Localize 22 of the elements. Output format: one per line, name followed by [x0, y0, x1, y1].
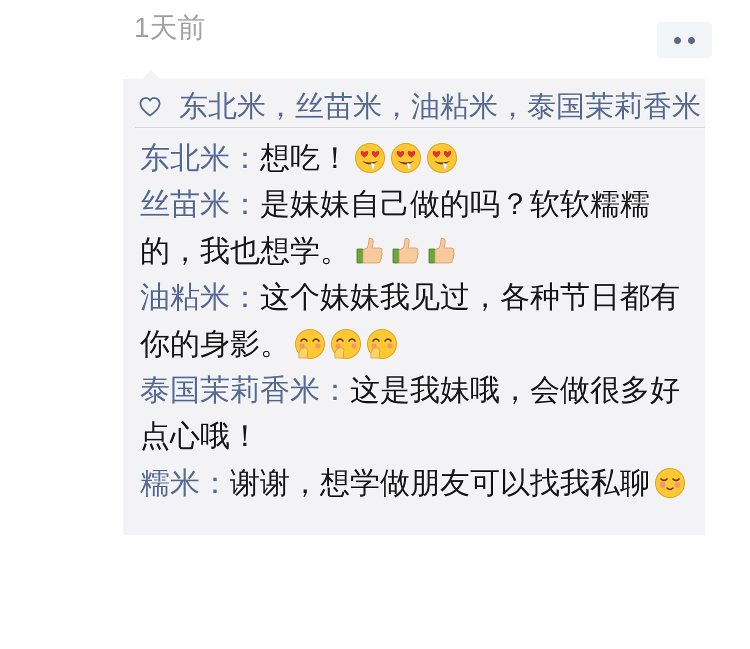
comment: 油粘米：这个妹妹我见过，各种节日都有你的身影。 [140, 280, 681, 363]
commenter-name[interactable]: 丝苗米： [140, 188, 260, 222]
commenter-name[interactable]: 油粘米： [140, 281, 260, 314]
heart-eyes-face-icon [354, 142, 386, 174]
smiling-face-icon [654, 466, 686, 499]
comment: 丝苗米：是妹妹自己做的吗？软软糯糯的，我也想学。 [140, 187, 651, 270]
heart-icon [139, 97, 161, 117]
comment: 糯米：谢谢，想学做朋友可以找我私聊 [140, 460, 696, 508]
heart-eyes-face-icon [390, 142, 422, 174]
giggling-face-icon [366, 328, 398, 360]
giggling-face-icon [294, 328, 326, 360]
commenter-name[interactable]: 糯米： [140, 466, 230, 500]
liked-by-names[interactable]: 东北米，丝苗米，油粘米，泰国茉莉香米 [179, 87, 701, 127]
post-time: 1天前 [134, 11, 206, 45]
commenter-name[interactable]: 泰国茉莉香米： [140, 374, 350, 408]
heart-eyes-face-icon [426, 142, 458, 174]
more-button[interactable] [657, 22, 712, 58]
comment: 泰国茉莉香米：这是我妹哦，会做很多好点心哦！ [140, 373, 681, 456]
commenter-name[interactable]: 东北米： [140, 142, 260, 175]
more-icon [674, 36, 695, 44]
giggling-face-icon [330, 328, 362, 360]
comment: 东北米：想吃！ [140, 136, 696, 182]
